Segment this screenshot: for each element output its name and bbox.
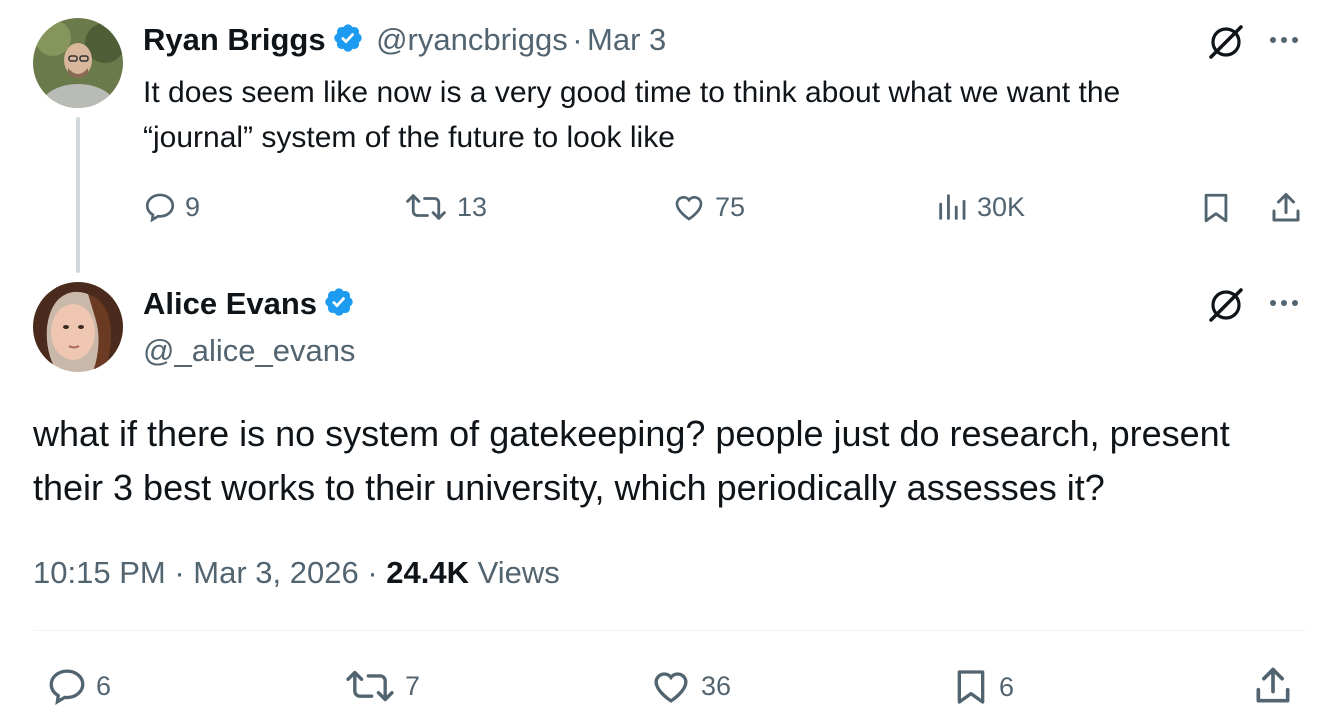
more-options-icon[interactable] (1267, 30, 1303, 55)
retweet-button[interactable]: 7 (343, 665, 420, 707)
verified-badge-icon (325, 288, 353, 316)
parent-tweet-text-line: “journal” system of the future to look l… (143, 121, 675, 154)
retweet-icon (346, 670, 394, 702)
views-button[interactable]: 30K (935, 190, 1025, 224)
views-count: 30K (977, 191, 1026, 222)
parent-tweet-text: It does seem like now is a very good tim… (143, 70, 1293, 160)
reply-button[interactable]: 6 (46, 665, 111, 707)
bookmark-count: 6 (999, 671, 1015, 702)
thread-connector-line (76, 117, 80, 273)
reply-count: 6 (96, 670, 112, 701)
like-count: 36 (701, 670, 732, 701)
main-tweet-text-line: their 3 best works to their university, … (33, 467, 1105, 508)
main-tweet-text-line: what if there is no system of gatekeepin… (33, 413, 1230, 454)
reply-button[interactable]: 9 (143, 190, 200, 224)
bookmark-icon (957, 670, 985, 704)
reply-icon (49, 669, 85, 705)
tweet-timestamp-row: 10:15 PM · Mar 3, 2026 · 24.4K Views (33, 555, 560, 591)
more-options-icon[interactable] (1267, 293, 1303, 318)
parent-tweet-header: Ryan Briggs @ryancbriggs · Mar 3 (143, 22, 666, 58)
tweet-date[interactable]: Mar 3, 2026 (193, 555, 358, 590)
share-icon (1272, 193, 1300, 222)
like-button[interactable]: 75 (671, 190, 745, 224)
views-label: Views (477, 555, 560, 590)
like-count: 75 (715, 191, 746, 222)
author-handle[interactable]: @ryancbriggs (376, 22, 568, 57)
bookmark-button[interactable] (1199, 190, 1233, 231)
heart-icon (654, 672, 688, 703)
views-count: 24.4K (386, 555, 470, 590)
grok-icon[interactable] (1206, 285, 1246, 330)
bookmark-button[interactable]: 6 (951, 665, 1014, 709)
reply-count: 9 (185, 191, 201, 222)
author-name[interactable]: Ryan Briggs (143, 22, 326, 57)
avatar-ryan-briggs[interactable] (33, 18, 123, 108)
tweet-time[interactable]: 10:15 PM (33, 555, 166, 590)
retweet-icon (406, 194, 446, 220)
bookmark-icon (1204, 193, 1228, 223)
main-tweet-text: what if there is no system of gatekeepin… (33, 407, 1323, 515)
author-name[interactable]: Alice Evans (143, 286, 317, 321)
heart-icon (675, 195, 703, 221)
share-button[interactable] (1251, 664, 1295, 713)
share-icon (1256, 667, 1290, 703)
dot-separator: · (174, 555, 185, 590)
dot-separator: · (367, 555, 378, 590)
main-tweet-author-name-row: Alice Evans (143, 286, 355, 322)
author-handle[interactable]: @_alice_evans (143, 333, 355, 369)
divider (34, 630, 1306, 631)
verified-badge-icon (333, 24, 362, 52)
like-button[interactable]: 36 (649, 665, 731, 707)
analytics-icon (939, 194, 966, 220)
tweet-date[interactable]: Mar 3 (587, 22, 666, 57)
grok-icon[interactable] (1206, 22, 1246, 67)
parent-tweet-text-line: It does seem like now is a very good tim… (143, 76, 1121, 109)
retweet-count: 7 (405, 670, 421, 701)
dot-separator: · (572, 22, 583, 57)
retweet-button[interactable]: 13 (403, 190, 487, 224)
avatar-alice-evans[interactable] (33, 282, 123, 372)
share-button[interactable] (1268, 190, 1304, 231)
reply-icon (145, 193, 175, 223)
retweet-count: 13 (457, 191, 488, 222)
